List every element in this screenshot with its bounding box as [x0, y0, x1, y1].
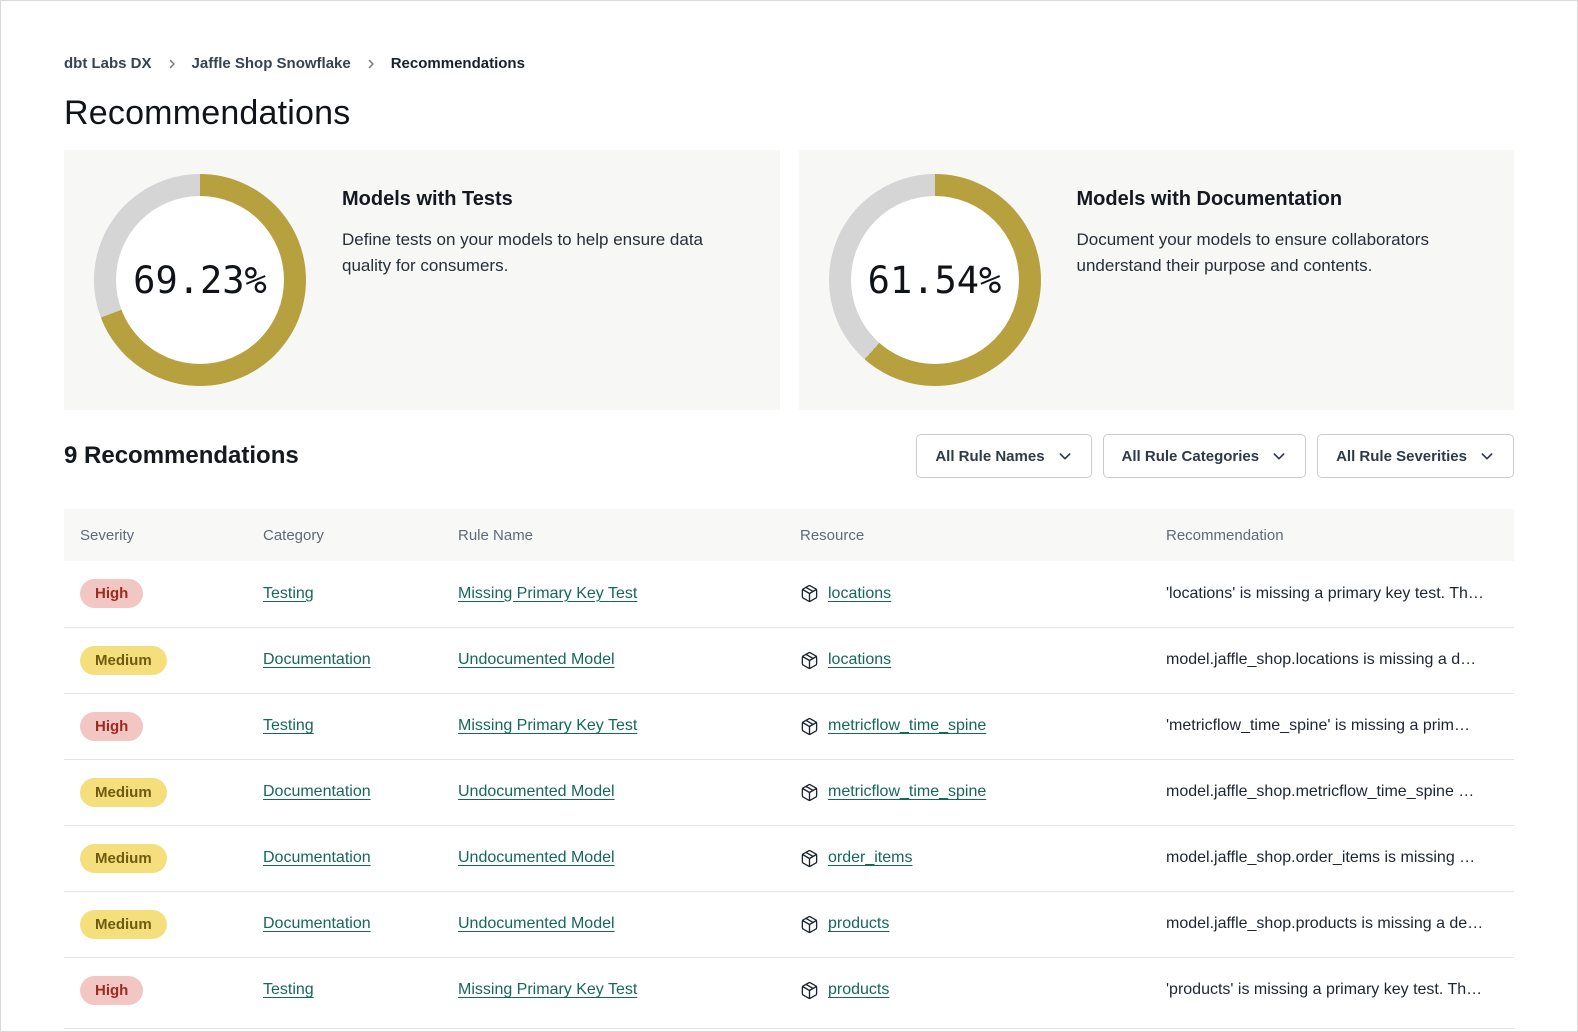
category-link[interactable]: Documentation [263, 915, 371, 932]
recommendations-table-body: High Testing Missing Primary Key Test lo… [64, 561, 1514, 1023]
rule-name-link[interactable]: Undocumented Model [458, 849, 615, 866]
recommendation-text: model.jaffle_shop.products is missing a … [1166, 915, 1483, 932]
severity-badge: Medium [80, 646, 167, 675]
column-header-category: Category [247, 509, 442, 561]
table-row: High Testing Missing Primary Key Test lo… [64, 561, 1514, 627]
rule-name-link[interactable]: Missing Primary Key Test [458, 585, 637, 602]
category-link[interactable]: Testing [263, 981, 314, 998]
rule-name-link[interactable]: Missing Primary Key Test [458, 981, 637, 998]
resource-link[interactable]: metricflow_time_spine [828, 783, 986, 801]
recommendation-text: 'locations' is missing a primary key tes… [1166, 585, 1484, 602]
severity-badge: High [80, 579, 143, 608]
recommendation-text: model.jaffle_shop.locations is missing a… [1166, 651, 1476, 668]
package-icon [800, 849, 819, 868]
table-row: Medium Documentation Undocumented Model … [64, 759, 1514, 825]
stat-card-description: Document your models to ensure collabora… [1077, 227, 1485, 280]
package-icon [800, 651, 819, 670]
documentation-coverage-donut-chart: 61.54% [829, 174, 1041, 386]
tests-coverage-percent: 69.23% [94, 174, 306, 386]
package-icon [800, 981, 819, 1000]
category-link[interactable]: Documentation [263, 849, 371, 866]
severity-badge: Medium [80, 778, 167, 807]
resource-link[interactable]: locations [828, 651, 891, 669]
severity-badge: High [80, 976, 143, 1005]
recommendation-text: 'metricflow_time_spine' is missing a pri… [1166, 717, 1470, 734]
rule-names-filter-dropdown[interactable]: All Rule Names [916, 434, 1091, 478]
resource-link[interactable]: products [828, 915, 889, 933]
severity-badge: Medium [80, 910, 167, 939]
resource-link[interactable]: order_items [828, 849, 912, 867]
package-icon [800, 915, 819, 934]
rule-severities-filter-dropdown[interactable]: All Rule Severities [1317, 434, 1514, 478]
stat-card-models-with-tests: 69.23% Models with Tests Define tests on… [64, 150, 780, 410]
table-bottom-border [64, 1028, 1515, 1029]
filter-label: All Rule Categories [1122, 448, 1260, 465]
package-icon [800, 717, 819, 736]
severity-badge: High [80, 712, 143, 741]
table-row: Medium Documentation Undocumented Model … [64, 891, 1514, 957]
chevron-down-icon [1271, 448, 1287, 464]
table-row: Medium Documentation Undocumented Model … [64, 825, 1514, 891]
breadcrumb-item-jaffle-shop-snowflake[interactable]: Jaffle Shop Snowflake [192, 55, 351, 72]
column-header-rule-name: Rule Name [442, 509, 784, 561]
breadcrumb-item-recommendations: Recommendations [391, 55, 525, 72]
rule-categories-filter-dropdown[interactable]: All Rule Categories [1103, 434, 1307, 478]
documentation-coverage-percent: 61.54% [829, 174, 1041, 386]
resource-link[interactable]: metricflow_time_spine [828, 717, 986, 735]
package-icon [800, 584, 819, 603]
category-link[interactable]: Documentation [263, 651, 371, 668]
stat-card-title: Models with Documentation [1077, 188, 1485, 211]
rule-name-link[interactable]: Missing Primary Key Test [458, 717, 637, 734]
package-icon [800, 783, 819, 802]
category-link[interactable]: Documentation [263, 783, 371, 800]
resource-link[interactable]: products [828, 981, 889, 999]
recommendations-table: Severity Category Rule Name Resource Rec… [64, 509, 1514, 1023]
stat-card-models-with-documentation: 61.54% Models with Documentation Documen… [799, 150, 1515, 410]
rule-name-link[interactable]: Undocumented Model [458, 651, 615, 668]
stat-card-title: Models with Tests [342, 188, 750, 211]
filters: All Rule Names All Rule Categories All R… [916, 434, 1514, 478]
resource-link[interactable]: locations [828, 585, 891, 603]
category-link[interactable]: Testing [263, 585, 314, 602]
table-row: High Testing Missing Primary Key Test pr… [64, 957, 1514, 1023]
table-header-row: Severity Category Rule Name Resource Rec… [64, 509, 1514, 561]
rule-name-link[interactable]: Undocumented Model [458, 915, 615, 932]
recommendation-text: 'products' is missing a primary key test… [1166, 981, 1482, 998]
recommendations-page: dbt Labs DX Jaffle Shop Snowflake Recomm… [1, 55, 1577, 1023]
filter-label: All Rule Severities [1336, 448, 1467, 465]
stat-cards: 69.23% Models with Tests Define tests on… [64, 150, 1514, 410]
chevron-right-icon [166, 58, 178, 70]
column-header-recommendation: Recommendation [1150, 509, 1514, 561]
column-header-severity: Severity [64, 509, 247, 561]
rule-name-link[interactable]: Undocumented Model [458, 783, 615, 800]
recommendation-text: model.jaffle_shop.order_items is missing… [1166, 849, 1475, 866]
list-header: 9 Recommendations All Rule Names All Rul… [64, 434, 1514, 478]
stat-card-description: Define tests on your models to help ensu… [342, 227, 750, 280]
breadcrumb: dbt Labs DX Jaffle Shop Snowflake Recomm… [64, 55, 1514, 72]
chevron-down-icon [1057, 448, 1073, 464]
chevron-down-icon [1479, 448, 1495, 464]
breadcrumb-item-dbt-labs-dx[interactable]: dbt Labs DX [64, 55, 152, 72]
recommendation-text: model.jaffle_shop.metricflow_time_spine … [1166, 783, 1474, 800]
filter-label: All Rule Names [935, 448, 1044, 465]
table-row: Medium Documentation Undocumented Model … [64, 627, 1514, 693]
table-row: High Testing Missing Primary Key Test me… [64, 693, 1514, 759]
page-title: Recommendations [64, 94, 1514, 133]
chevron-right-icon [365, 58, 377, 70]
severity-badge: Medium [80, 844, 167, 873]
column-header-resource: Resource [784, 509, 1150, 561]
tests-coverage-donut-chart: 69.23% [94, 174, 306, 386]
recommendations-count-title: 9 Recommendations [64, 442, 299, 470]
category-link[interactable]: Testing [263, 717, 314, 734]
